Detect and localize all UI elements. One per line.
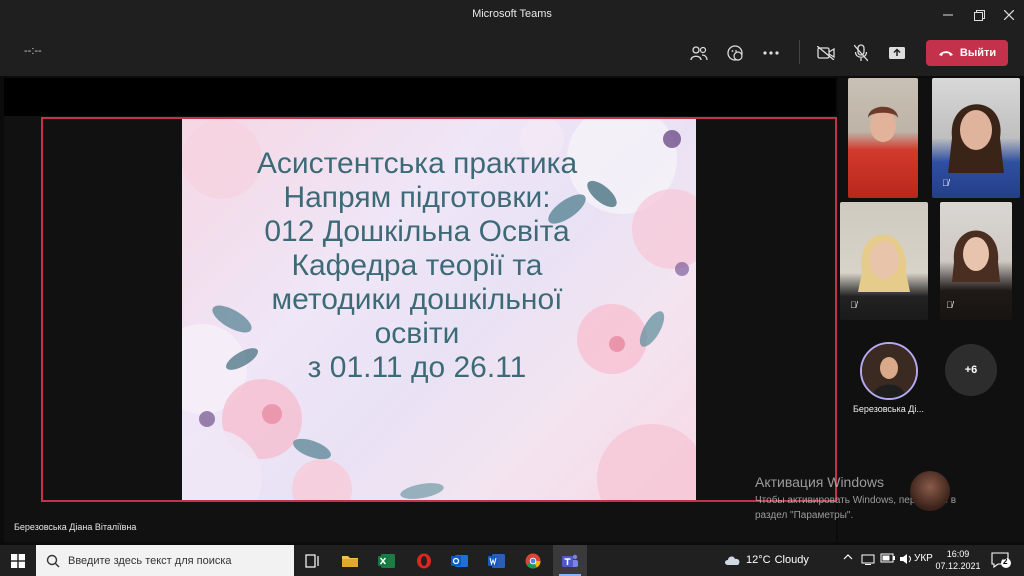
task-view-icon xyxy=(305,553,319,568)
leave-label: Выйти xyxy=(959,47,997,59)
presenter-name: Березовська Діана Віталіївна xyxy=(14,522,137,532)
task-view-button[interactable] xyxy=(296,545,330,576)
chrome-button[interactable] xyxy=(516,545,550,576)
word-icon xyxy=(488,553,505,568)
leave-button[interactable]: Выйти xyxy=(926,40,1008,66)
teams-icon xyxy=(562,554,578,567)
participant-avatar-name: Березовська Ді... xyxy=(853,404,924,414)
windows-logo-icon xyxy=(11,553,25,568)
network-icon xyxy=(861,554,875,565)
outlook-icon xyxy=(451,554,468,567)
meeting-toolbar: --:-- Выйти xyxy=(0,30,1024,76)
battery-icon xyxy=(880,553,895,563)
speaker-icon xyxy=(900,554,911,564)
window-title: Microsoft Teams xyxy=(472,8,552,20)
language-indicator[interactable]: УКР xyxy=(914,553,933,564)
minimize-icon xyxy=(943,14,953,16)
battery-button[interactable] xyxy=(880,553,896,566)
raise-hand-icon xyxy=(727,45,743,61)
notification-center-button[interactable]: 2 xyxy=(990,551,1012,569)
restore-icon xyxy=(973,9,985,21)
participant-avatar[interactable] xyxy=(860,342,918,400)
watermark-line: Чтобы активировать Windows, перейдите в xyxy=(755,495,957,506)
opera-button[interactable] xyxy=(407,545,441,576)
close-button[interactable] xyxy=(993,0,1024,30)
start-button[interactable] xyxy=(0,545,36,576)
people-icon xyxy=(690,46,708,61)
folder-icon xyxy=(342,555,358,567)
presentation-slide: Асистентська практика Напрям підготовки:… xyxy=(182,119,696,500)
more-icon xyxy=(763,51,779,55)
title-bar: Microsoft Teams xyxy=(0,0,1024,30)
share-tray-icon xyxy=(889,47,905,59)
show-hidden-icons-button[interactable] xyxy=(843,553,853,564)
participant-video-tile[interactable]: 🎙̸ xyxy=(940,202,1012,320)
search-placeholder: Введите здесь текст для поиска xyxy=(68,554,232,567)
more-actions-button[interactable] xyxy=(756,38,786,68)
mic-off-icon: 🎙̸ xyxy=(946,300,953,310)
participant-video-tile[interactable]: 🎙̸ xyxy=(840,202,928,320)
weather-desc: Cloudy xyxy=(774,554,809,566)
taskbar-search[interactable]: Введите здесь текст для поиска xyxy=(36,545,294,576)
taskbar-clock[interactable]: 16:09 07.12.2021 xyxy=(934,548,982,572)
file-explorer-button[interactable] xyxy=(333,545,367,576)
mic-off-icon: 🎙̸ xyxy=(942,178,949,188)
mic-off-icon xyxy=(854,44,868,62)
clock-date: 07.12.2021 xyxy=(935,561,981,571)
minimize-button[interactable] xyxy=(932,0,964,30)
weather-widget[interactable]: 12°C Cloudy xyxy=(724,554,809,566)
camera-toggle-button[interactable] xyxy=(811,38,841,68)
meeting-timer: --:-- xyxy=(24,45,42,57)
mic-toggle-button[interactable] xyxy=(846,38,876,68)
excel-icon xyxy=(378,553,395,568)
hang-up-icon xyxy=(938,51,953,56)
clock-time: 16:09 xyxy=(946,549,970,559)
avatar-photo xyxy=(862,344,916,398)
participant-video-tile[interactable] xyxy=(848,78,918,198)
slide-line: з 01.11 до 26.11 xyxy=(307,351,527,384)
chevron-up-icon xyxy=(843,554,853,560)
participant-silhouette xyxy=(868,106,898,142)
participant-video-tile[interactable]: 🎙̸ xyxy=(932,78,1020,198)
search-icon xyxy=(46,554,60,567)
participants-button[interactable] xyxy=(684,38,714,68)
taskbar: Введите здесь текст для поиска 12°C Clou… xyxy=(0,545,1024,576)
more-participants-button[interactable]: +6 xyxy=(945,344,997,396)
slide-line: 012 Дошкільна Освіта xyxy=(264,215,570,248)
slide-line: освіти xyxy=(374,317,460,350)
floating-video-avatar[interactable] xyxy=(910,471,950,511)
chrome-icon xyxy=(525,553,541,569)
network-button[interactable] xyxy=(861,553,875,568)
notification-count: 2 xyxy=(1003,557,1008,566)
slide-line: Кафедра теорії та xyxy=(291,249,543,282)
activation-watermark-title: Активация Windows xyxy=(755,474,885,490)
slide-line: методики дошкільної xyxy=(271,283,563,316)
opera-icon xyxy=(417,553,431,568)
toolbar-divider xyxy=(799,40,800,64)
slide-line: Асистентська практика xyxy=(256,147,578,180)
share-screen-button[interactable] xyxy=(882,38,912,68)
weather-temp: 12°C xyxy=(746,554,771,566)
slide-line: Напрям підготовки: xyxy=(283,181,551,214)
camera-off-icon xyxy=(817,46,835,60)
mic-off-icon: 🎙̸ xyxy=(850,300,857,310)
restore-button[interactable] xyxy=(963,0,995,30)
outlook-button[interactable] xyxy=(443,545,477,576)
excel-button[interactable] xyxy=(370,545,404,576)
watermark-line: раздел "Параметры". xyxy=(755,510,854,521)
activation-watermark-text: Чтобы активировать Windows, перейдите в … xyxy=(755,493,995,523)
close-icon xyxy=(1004,10,1014,20)
reactions-button[interactable] xyxy=(720,38,750,68)
slide-title-text: Асистентська практика Напрям підготовки:… xyxy=(212,147,622,385)
teams-button[interactable] xyxy=(553,545,587,576)
word-button[interactable] xyxy=(480,545,514,576)
volume-button[interactable] xyxy=(899,553,913,568)
cloud-icon xyxy=(725,556,740,565)
notification-icon xyxy=(991,552,1011,569)
